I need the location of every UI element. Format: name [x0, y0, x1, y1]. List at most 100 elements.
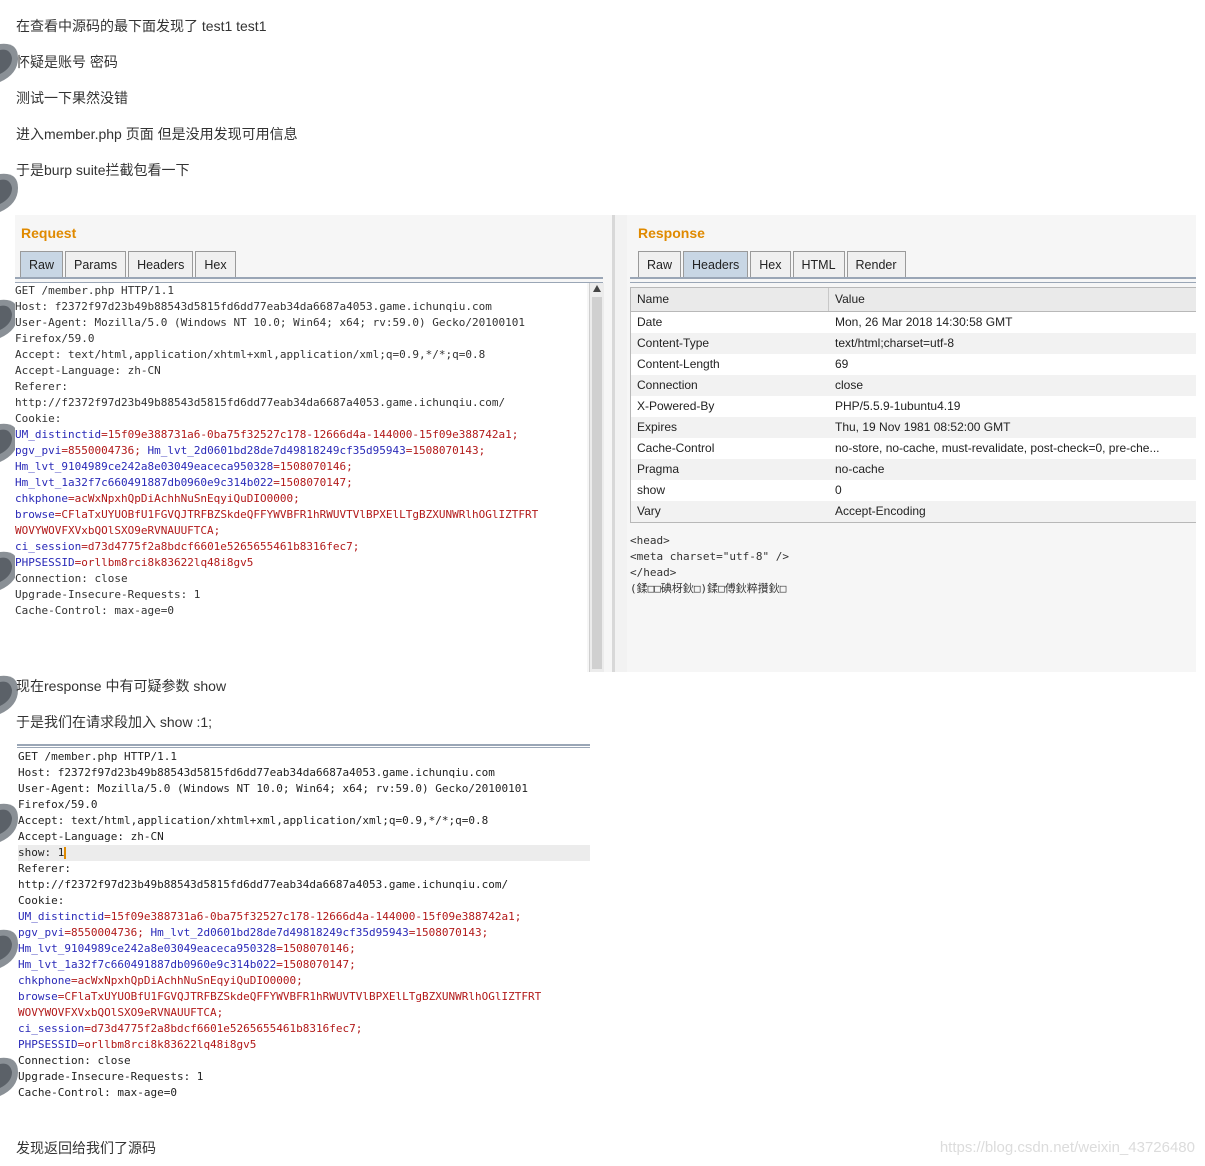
- header-value: 69: [835, 357, 849, 371]
- cookie-name: pgv_pvi: [18, 926, 65, 939]
- scroll-up-arrow-icon[interactable]: [593, 285, 601, 292]
- table-row[interactable]: Cache-Control no-store, no-cache, must-re…: [631, 438, 1196, 459]
- request-line: Cookie:: [18, 894, 65, 907]
- paragraph-8: 发现返回给我们了源码: [16, 1140, 156, 1156]
- cookie-value: =CFlaTxUYUOBfU1FGVQJTRFBZSkdeQFFYWVBFR1h…: [57, 990, 542, 1003]
- table-row[interactable]: Content-Type text/html;charset=utf-8: [631, 333, 1196, 354]
- cookie-value: =d73d4775f2a8bdcf6601e5265655461b8316fec…: [81, 540, 360, 553]
- request-line: Firefox/59.0: [15, 332, 95, 345]
- show-line-text: show: 1: [18, 846, 65, 859]
- cookie-line: UM_distinctid=15f09e388731a6-0ba75f32527…: [15, 427, 587, 443]
- request-line: GET /member.php HTTP/1.1: [18, 750, 177, 763]
- header-value: Accept-Encoding: [835, 504, 926, 518]
- column-header-name[interactable]: Name: [631, 288, 828, 311]
- header-value: no-store, no-cache, must-revalidate, pos…: [835, 441, 1160, 455]
- request-line: Host: f2372f97d23b49b88543d5815fd6dd77ea…: [18, 766, 495, 779]
- request-line: Accept: text/html,application/xhtml+xml,…: [15, 348, 486, 361]
- tab-params[interactable]: Params: [65, 251, 127, 277]
- column-header-value[interactable]: Value: [828, 288, 1196, 311]
- tab-raw[interactable]: Raw: [638, 251, 682, 277]
- cookie-line: WOVYWOVFXVxbQOlSXO9eRVNAUUFTCA;: [18, 1005, 590, 1021]
- cookie-value: =orllbm8rci8k83622lq48i8gv5: [77, 1038, 257, 1051]
- request-line: Connection: close: [15, 572, 128, 585]
- request-panel: Request Raw Params Headers Hex GET /memb…: [15, 215, 612, 672]
- tab-html[interactable]: HTML: [792, 251, 845, 277]
- cookie-name: ci_session: [18, 1022, 85, 1035]
- cookie-value: =d73d4775f2a8bdcf6601e5265655461b8316fec…: [84, 1022, 363, 1035]
- modified-request-editor[interactable]: GET /member.php HTTP/1.1 Host: f2372f97d2…: [18, 749, 590, 1101]
- decorative-bubble-icon: [0, 929, 18, 968]
- cookie-value: =1508070143;: [405, 444, 486, 457]
- table-row[interactable]: Expires Thu, 19 Nov 1981 08:52:00 GMT: [631, 417, 1196, 438]
- cookie-line: Hm_lvt_1a32f7c660491887db0960e9c314b022=…: [18, 957, 590, 973]
- table-header-row: Name Value: [631, 288, 1196, 312]
- decorative-bubble-icon: [0, 1057, 18, 1096]
- cookie-value: WOVYWOVFXVxbQOlSXO9eRVNAUUFTCA;: [15, 524, 221, 537]
- cookie-name: Hm_lvt_2d0601bd28de7d49818249cf35d95943: [147, 444, 406, 457]
- table-row[interactable]: show 0: [631, 480, 1196, 501]
- cookie-line: PHPSESSID=orllbm8rci8k83622lq48i8gv5: [18, 1037, 590, 1053]
- response-panel: Response Raw Headers Hex HTML Render Nam…: [627, 215, 1196, 672]
- tab-hex[interactable]: Hex: [195, 251, 236, 277]
- header-name: Expires: [637, 420, 678, 434]
- table-row[interactable]: Date Mon, 26 Mar 2018 14:30:58 GMT: [631, 312, 1196, 333]
- request-line: User-Agent: Mozilla/5.0 (Windows NT 10.0…: [15, 316, 525, 329]
- cookie-value: =15f09e388731a6-0ba75f32527c178-12666d4a…: [104, 910, 522, 923]
- tab-raw[interactable]: Raw: [20, 251, 64, 277]
- response-headers-table: Name Value Date Mon, 26 Mar 2018 14:30:58…: [630, 287, 1196, 523]
- tab-render[interactable]: Render: [846, 251, 906, 277]
- request-line: User-Agent: Mozilla/5.0 (Windows NT 10.0…: [18, 782, 528, 795]
- paragraph-5: 于是burp suite拦截包看一下: [16, 162, 190, 178]
- request-line: http://f2372f97d23b49b88543d5815fd6dd77e…: [18, 878, 509, 891]
- cookie-line: Hm_lvt_9104989ce242a8e03049eaceca950328=…: [15, 459, 587, 475]
- cookie-value: =acWxNpxhQpDiAchhNuSnEqyiQuDIO0000;: [67, 492, 300, 505]
- response-body-line: </head>: [630, 566, 677, 579]
- cookie-name: Hm_lvt_1a32f7c660491887db0960e9c314b022: [18, 958, 277, 971]
- cookie-value: =8550004736;: [61, 444, 141, 457]
- paragraph-4: 进入member.php 页面 但是没用发现可用信息: [16, 126, 298, 142]
- cookie-value: =1508070146;: [273, 460, 353, 473]
- request-scrollbar[interactable]: [589, 283, 604, 672]
- cookie-line: ci_session=d73d4775f2a8bdcf6601e52656554…: [18, 1021, 590, 1037]
- table-row[interactable]: Connection close: [631, 375, 1196, 396]
- request-raw-editor[interactable]: GET /member.php HTTP/1.1 Host: f2372f97d2…: [15, 283, 587, 672]
- request-line: Referer:: [15, 380, 68, 393]
- request-title: Request: [21, 225, 77, 241]
- request2-divider: [17, 744, 590, 748]
- request-line: Accept-Language: zh-CN: [18, 830, 164, 843]
- header-value: close: [835, 378, 864, 392]
- tab-headers[interactable]: Headers: [128, 251, 194, 277]
- cookie-value: =acWxNpxhQpDiAchhNuSnEqyiQuDIO0000;: [70, 974, 303, 987]
- show-line: show: 1: [18, 845, 590, 861]
- cookie-line: WOVYWOVFXVxbQOlSXO9eRVNAUUFTCA;: [15, 523, 587, 539]
- tab-hex[interactable]: Hex: [750, 251, 791, 277]
- watermark: https://blog.csdn.net/weixin_43726480: [939, 1139, 1195, 1156]
- table-row[interactable]: Pragma no-cache: [631, 459, 1196, 480]
- tab-headers[interactable]: Headers: [683, 251, 749, 277]
- cookie-name: browse: [18, 990, 58, 1003]
- request-line: GET /member.php HTTP/1.1: [15, 284, 174, 297]
- cookie-line: Hm_lvt_1a32f7c660491887db0960e9c314b022=…: [15, 475, 587, 491]
- response-body[interactable]: <head> <meta charset="utf-8" /> </head> (鍒□…: [630, 533, 789, 597]
- cookie-name: Hm_lvt_1a32f7c660491887db0960e9c314b022: [15, 476, 274, 489]
- scrollbar-thumb[interactable]: [592, 297, 602, 669]
- cookie-line: PHPSESSID=orllbm8rci8k83622lq48i8gv5: [15, 555, 587, 571]
- table-row[interactable]: Content-Length 69: [631, 354, 1196, 375]
- table-row[interactable]: X-Powered-By PHP/5.5.9-1ubuntu4.19: [631, 396, 1196, 417]
- paragraph-3: 测试一下果然没错: [16, 90, 128, 106]
- header-name: X-Powered-By: [637, 399, 715, 413]
- cookie-line: pgv_pvi=8550004736; Hm_lvt_2d0601bd28de7…: [15, 443, 587, 459]
- cookie-line: browse=CFlaTxUYUOBfU1FGVQJTRFBZSkdeQFFYW…: [18, 989, 590, 1005]
- text-cursor: [64, 847, 67, 859]
- header-value: Mon, 26 Mar 2018 14:30:58 GMT: [835, 315, 1013, 329]
- pane-gap: [615, 215, 627, 672]
- cookie-name: PHPSESSID: [18, 1038, 78, 1051]
- table-row[interactable]: Vary Accept-Encoding: [631, 501, 1196, 522]
- cookie-line: Hm_lvt_9104989ce242a8e03049eaceca950328=…: [18, 941, 590, 957]
- request-line: Cache-Control: max-age=0: [18, 1086, 177, 1099]
- request-line: http://f2372f97d23b49b88543d5815fd6dd77e…: [15, 396, 506, 409]
- header-name: Connection: [637, 378, 698, 392]
- cookie-line: pgv_pvi=8550004736; Hm_lvt_2d0601bd28de7…: [18, 925, 590, 941]
- header-value: Thu, 19 Nov 1981 08:52:00 GMT: [835, 420, 1011, 434]
- cookie-line: browse=CFlaTxUYUOBfU1FGVQJTRFBZSkdeQFFYW…: [15, 507, 587, 523]
